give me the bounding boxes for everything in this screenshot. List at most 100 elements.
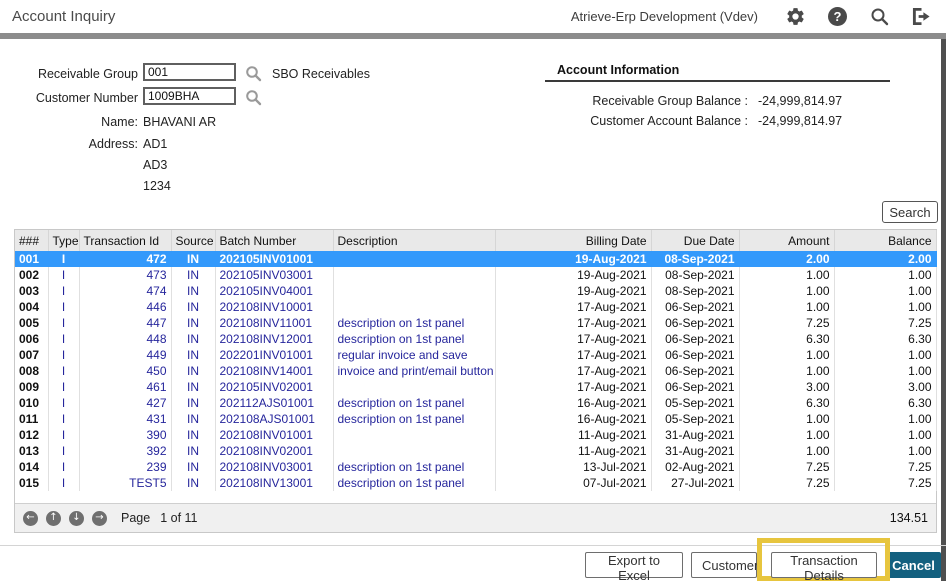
receivable-group-input[interactable] [143,63,236,81]
cell: description on 1st panel [333,395,495,411]
customer-number-input[interactable] [143,87,236,105]
table-row[interactable]: 007I449IN202201INV01001regular invoice a… [15,347,936,363]
table-row[interactable]: 006I448IN202108INV12001description on 1s… [15,331,936,347]
search-button[interactable]: Search [882,201,938,223]
export-to-excel-button[interactable]: Export to Excel [585,552,683,578]
cell: 474 [79,283,171,299]
cell: 17-Aug-2021 [495,331,651,347]
cell: IN [171,347,215,363]
cell: 3.00 [739,379,834,395]
cell: 202105INV04001 [215,283,333,299]
column-header[interactable]: Description [333,230,495,251]
cell: 7.25 [834,315,936,331]
receivable-group-lookup-icon[interactable] [245,65,262,82]
account-information-rule [545,80,890,82]
cell: 003 [15,283,48,299]
table-row[interactable]: 001I472IN202105INV0100119-Aug-202108-Sep… [15,251,936,267]
cell: 202108INV01001 [215,427,333,443]
cell: I [48,251,79,267]
cell: IN [171,267,215,283]
column-header[interactable]: Amount [739,230,834,251]
cell: 461 [79,379,171,395]
table-row[interactable]: 008I450IN202108INV14001invoice and print… [15,363,936,379]
cell: 472 [79,251,171,267]
page-down-icon[interactable]: ↓ [69,511,84,526]
cell: 08-Sep-2021 [651,267,739,283]
next-page-icon[interactable]: → [92,511,107,526]
table-row[interactable]: 009I461IN202105INV0200117-Aug-202106-Sep… [15,379,936,395]
receivable-group-balance-label: Receivable Group Balance : [540,94,748,108]
logout-icon[interactable] [911,6,932,27]
table-header: ###TypeTransaction IdSourceBatch NumberD… [15,230,936,251]
prev-page-icon[interactable]: ← [23,511,38,526]
cell: 6.30 [834,395,936,411]
column-header[interactable]: Balance [834,230,936,251]
header-toolbar: Atrieve-Erp Development (Vdev) ? [571,0,932,33]
cell: description on 1st panel [333,315,495,331]
cell: I [48,427,79,443]
cell: description on 1st panel [333,475,495,491]
customer-account-balance-label: Customer Account Balance : [540,114,748,128]
cell: 1.00 [834,411,936,427]
table-row[interactable]: 015ITEST5IN202108INV13001description on … [15,475,936,491]
cell: 02-Aug-2021 [651,459,739,475]
account-information-title: Account Information [557,63,679,77]
cell: I [48,363,79,379]
table-row[interactable]: 003I474IN202105INV0400119-Aug-202108-Sep… [15,283,936,299]
cell: IN [171,299,215,315]
name-label: Name: [30,115,138,129]
window-right-edge [941,39,946,581]
column-header[interactable]: Billing Date [495,230,651,251]
transaction-details-button[interactable]: Transaction Details [771,552,877,578]
column-header[interactable]: Batch Number [215,230,333,251]
cell: I [48,443,79,459]
cell [333,299,495,315]
column-header[interactable]: Source [171,230,215,251]
cell: IN [171,283,215,299]
cell: 202108INV14001 [215,363,333,379]
cell: 17-Aug-2021 [495,379,651,395]
cell: 06-Sep-2021 [651,331,739,347]
column-header[interactable]: Due Date [651,230,739,251]
table-row[interactable]: 002I473IN202105INV0300119-Aug-202108-Sep… [15,267,936,283]
cell: 010 [15,395,48,411]
page-up-icon[interactable]: ↑ [46,511,61,526]
settings-gear-icon[interactable] [785,6,806,27]
cell: IN [171,315,215,331]
cell: 7.25 [739,475,834,491]
cell: 05-Sep-2021 [651,411,739,427]
table-row[interactable]: 011I431IN202108AJS01001description on 1s… [15,411,936,427]
column-header[interactable]: ### [15,230,48,251]
cell: 1.00 [834,267,936,283]
cell: 07-Jul-2021 [495,475,651,491]
cell: IN [171,427,215,443]
app-header: Account Inquiry Atrieve-Erp Development … [0,0,946,33]
cell: 1.00 [739,283,834,299]
cell: 1.00 [834,347,936,363]
cell: 05-Sep-2021 [651,395,739,411]
cell: I [48,315,79,331]
cell: 202201INV01001 [215,347,333,363]
customer-button[interactable]: Customer [691,552,757,578]
cell: 202112AJS01001 [215,395,333,411]
cell: 1.00 [834,299,936,315]
table-row[interactable]: 013I392IN202108INV0200111-Aug-202131-Aug… [15,443,936,459]
page-number: 1 of 11 [160,511,197,525]
page-title: Account Inquiry [12,8,115,25]
address-line: AD3 [143,158,167,172]
cell: 1.00 [739,267,834,283]
table-row[interactable]: 014I239IN202108INV03001description on 1s… [15,459,936,475]
search-icon[interactable] [869,6,890,27]
cell: regular invoice and save [333,347,495,363]
cancel-button[interactable]: Cancel [886,552,941,578]
column-header[interactable]: Type [48,230,79,251]
cell: 1.00 [834,363,936,379]
table-row[interactable]: 004I446IN202108INV1000117-Aug-202106-Sep… [15,299,936,315]
table-row[interactable]: 005I447IN202108INV11001description on 1s… [15,315,936,331]
help-icon[interactable]: ? [827,6,848,27]
table-row[interactable]: 010I427IN202112AJS01001description on 1s… [15,395,936,411]
cell: 19-Aug-2021 [495,267,651,283]
customer-number-lookup-icon[interactable] [245,89,262,106]
column-header[interactable]: Transaction Id [79,230,171,251]
table-row[interactable]: 012I390IN202108INV0100111-Aug-202131-Aug… [15,427,936,443]
